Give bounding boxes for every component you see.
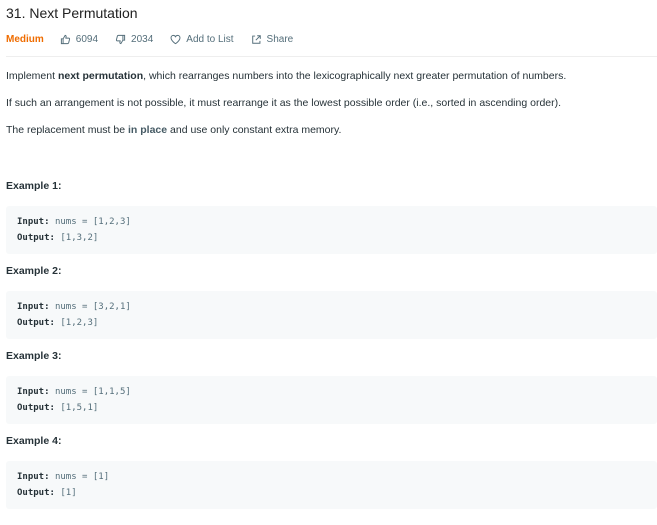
input-value: nums = [1] (54, 472, 110, 482)
example-title: Example 2: (6, 265, 62, 277)
example-title: Example 4: (6, 435, 62, 447)
add-to-list-label: Add to List (186, 33, 234, 45)
output-value: [1] (60, 488, 77, 498)
example-4: Example 4: Input: nums = [1] Output: [1] (6, 434, 657, 509)
output-value: [1,5,1] (60, 403, 99, 413)
example-title: Example 1: (6, 180, 62, 192)
difficulty-badge: Medium (6, 33, 44, 45)
description-paragraph-1: Implement next permutation, which rearra… (6, 70, 567, 82)
like-count: 6094 (75, 33, 99, 45)
description-paragraph-2: If such an arrangement is not possible, … (6, 97, 562, 109)
heart-icon (170, 34, 181, 44)
example-code-block: Input: nums = [1,2,3] Output: [1,3,2] (6, 206, 657, 254)
problem-meta: Medium 6094 2034 Add to List Share (6, 32, 657, 46)
output-label: Output: (17, 318, 55, 328)
dislike-count: 2034 (131, 33, 154, 45)
example-2: Example 2: Input: nums = [3,2,1] Output:… (6, 264, 657, 339)
input-value: nums = [3,2,1] (54, 302, 131, 312)
header-divider (6, 56, 657, 57)
example-3: Example 3: Input: nums = [1,1,5] Output:… (6, 349, 657, 424)
next-permutation-term: next permutation (57, 70, 144, 82)
share-icon (251, 34, 261, 44)
example-code-block: Input: nums = [3,2,1] Output: [1,2,3] (6, 291, 657, 339)
input-value: nums = [1,1,5] (54, 387, 131, 397)
thumbs-down-icon (115, 34, 126, 44)
output-value: [1,3,2] (60, 233, 99, 243)
example-code-block: Input: nums = [1] Output: [1] (6, 461, 657, 509)
problem-title: 31. Next Permutation (6, 5, 138, 21)
in-place-term: in place (127, 124, 168, 136)
input-label: Input: (17, 302, 50, 312)
output-value: [1,2,3] (60, 318, 99, 328)
dislike-button[interactable]: 2034 (115, 34, 153, 45)
like-button[interactable]: 6094 (60, 34, 98, 45)
output-label: Output: (17, 403, 55, 413)
input-label: Input: (17, 217, 50, 227)
problem-header: 31. Next Permutation Medium 6094 2034 Ad… (6, 4, 657, 46)
input-label: Input: (17, 387, 50, 397)
output-label: Output: (17, 488, 55, 498)
share-label: Share (266, 33, 294, 45)
example-title: Example 3: (6, 350, 62, 362)
add-to-list-button[interactable]: Add to List (170, 33, 234, 45)
input-label: Input: (17, 472, 50, 482)
share-button[interactable]: Share (251, 33, 294, 45)
output-label: Output: (17, 233, 55, 243)
example-1: Example 1: Input: nums = [1,2,3] Output:… (6, 179, 657, 254)
example-code-block: Input: nums = [1,1,5] Output: [1,5,1] (6, 376, 657, 424)
thumbs-up-icon (60, 34, 70, 44)
input-value: nums = [1,2,3] (54, 217, 131, 227)
problem-description: Implement next permutation, which rearra… (6, 69, 657, 519)
description-paragraph-3: The replacement must be in place and use… (6, 124, 342, 136)
